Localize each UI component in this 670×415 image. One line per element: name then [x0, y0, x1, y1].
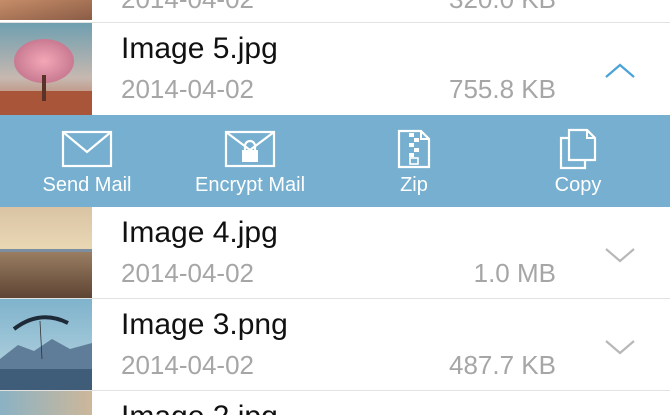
file-size: 487.7 KB [449, 350, 556, 380]
encrypt-mail-label: Encrypt Mail [194, 174, 306, 196]
copy-label: Copy [554, 174, 602, 196]
file-row[interactable]: Image 2.jpg [0, 391, 670, 415]
partial-thumbnail [0, 0, 92, 20]
encrypt-mail-button[interactable]: Encrypt Mail [180, 115, 320, 207]
file-name: Image 5.jpg [121, 32, 278, 65]
file-action-bar: Send Mail Encrypt Mail Zip Copy [0, 115, 670, 207]
file-row[interactable]: Image 3.png 2014-04-02 487.7 KB [0, 299, 670, 390]
file-size: 1.0 MB [473, 258, 556, 288]
file-name: Image 3.png [121, 308, 288, 341]
file-row-expanded[interactable]: Image 5.jpg 2014-04-02 755.8 KB [0, 23, 670, 115]
zip-file-icon [397, 129, 431, 169]
file-row[interactable]: 2014-04-02 320.0 KB [0, 0, 670, 22]
file-date: 2014-04-02 [121, 350, 254, 380]
copy-icon [559, 128, 597, 170]
zip-button[interactable]: Zip [374, 115, 454, 207]
send-mail-button[interactable]: Send Mail [28, 115, 146, 207]
file-name: Image 4.jpg [121, 216, 278, 249]
file-row[interactable]: Image 4.jpg 2014-04-02 1.0 MB [0, 207, 670, 298]
file-size: 320.0 KB [449, 0, 556, 15]
file-date: 2014-04-02 [121, 258, 254, 288]
field-sunset-thumbnail [0, 207, 92, 298]
file-date: 2014-04-02 [121, 74, 254, 104]
copy-button[interactable]: Copy [528, 115, 628, 207]
send-mail-label: Send Mail [42, 174, 132, 196]
chevron-up-icon[interactable] [603, 60, 637, 82]
chevron-down-icon[interactable] [603, 336, 637, 358]
file-name: Image 2.jpg [121, 400, 278, 415]
file-date: 2014-04-02 [121, 0, 254, 15]
locked-envelope-icon [224, 130, 276, 168]
zip-label: Zip [400, 174, 428, 196]
envelope-icon [61, 130, 113, 168]
paraglider-thumbnail [0, 299, 92, 390]
landscape-thumbnail [0, 391, 92, 415]
chevron-down-icon[interactable] [603, 244, 637, 266]
pink-tree-thumbnail [0, 23, 92, 115]
file-size: 755.8 KB [449, 74, 556, 104]
